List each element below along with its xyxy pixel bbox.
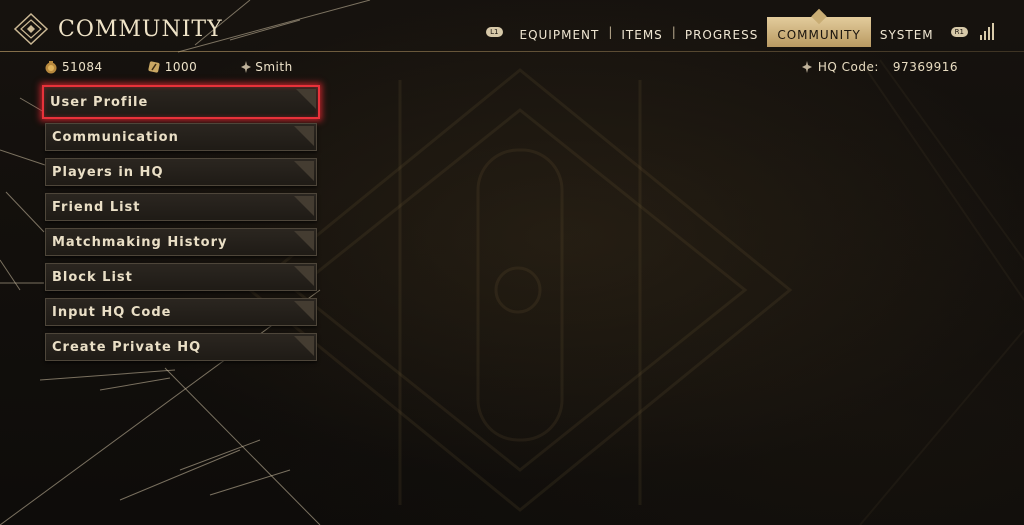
menu-item-create-private-hq[interactable]: Create Private HQ bbox=[45, 333, 317, 361]
tab-equipment[interactable]: EQUIPMENT bbox=[511, 17, 609, 47]
header-divider bbox=[0, 51, 1024, 52]
menu-item-label: Input HQ Code bbox=[52, 304, 172, 320]
corner-notch-icon bbox=[294, 126, 314, 146]
diamond-emblem-icon bbox=[13, 12, 49, 46]
menu-item-block-list[interactable]: Block List bbox=[45, 263, 317, 291]
menu-item-label: User Profile bbox=[50, 94, 149, 110]
currency1-value: 51084 bbox=[62, 60, 103, 74]
menu-item-input-hq-code[interactable]: Input HQ Code bbox=[45, 298, 317, 326]
menu-item-players-in-hq[interactable]: Players in HQ bbox=[45, 158, 317, 186]
player-name: Smith bbox=[255, 60, 293, 74]
corner-notch-icon bbox=[294, 266, 314, 286]
player-sigil-icon bbox=[241, 61, 252, 73]
menu-item-communication[interactable]: Communication bbox=[45, 123, 317, 151]
hq-sigil-icon bbox=[801, 61, 812, 73]
corner-notch-icon bbox=[294, 161, 314, 181]
menu-item-label: Players in HQ bbox=[52, 164, 164, 180]
player-name-stat: Smith bbox=[241, 60, 292, 74]
corner-notch-icon bbox=[294, 301, 314, 321]
hq-code-value: 97369916 bbox=[892, 60, 958, 74]
hq-code-display: HQ Code: 97369916 bbox=[801, 60, 958, 74]
player-stats: 51084 1000 Smith bbox=[44, 60, 337, 74]
tab-system[interactable]: SYSTEM bbox=[871, 17, 943, 47]
corner-notch-icon bbox=[294, 196, 314, 216]
ticket-icon bbox=[148, 61, 160, 73]
tab-community[interactable]: COMMUNITY bbox=[767, 17, 871, 47]
page-title: COMMUNITY bbox=[58, 16, 223, 42]
menu-item-label: Friend List bbox=[52, 199, 141, 215]
menu-item-label: Block List bbox=[52, 269, 133, 285]
r1-button-icon[interactable]: R1 bbox=[950, 27, 968, 37]
corner-notch-icon bbox=[294, 336, 314, 356]
menu-item-friend-list[interactable]: Friend List bbox=[45, 193, 317, 221]
menu-item-label: Create Private HQ bbox=[52, 339, 202, 355]
menu-item-matchmaking-history[interactable]: Matchmaking History bbox=[45, 228, 317, 256]
coin-pouch-icon bbox=[45, 61, 57, 74]
screen-header: COMMUNITY bbox=[12, 12, 223, 46]
l1-button-icon[interactable]: L1 bbox=[486, 27, 503, 37]
menu-item-label: Communication bbox=[52, 129, 179, 145]
currency2-stat: 1000 bbox=[147, 60, 198, 74]
tab-items[interactable]: ITEMS bbox=[612, 17, 671, 47]
signal-bars-icon bbox=[980, 23, 994, 40]
menu-item-label: Matchmaking History bbox=[52, 234, 228, 250]
currency2-value: 1000 bbox=[164, 60, 198, 74]
hq-code-label: HQ Code: bbox=[817, 60, 879, 74]
community-menu: User Profile Communication Players in HQ… bbox=[42, 85, 320, 368]
top-nav: L1 EQUIPMENT | ITEMS | PROGRESS COMMUNIT… bbox=[478, 17, 994, 47]
corner-notch-icon bbox=[296, 89, 316, 109]
currency1-stat: 51084 bbox=[44, 60, 103, 74]
tab-progress[interactable]: PROGRESS bbox=[676, 17, 767, 47]
menu-item-user-profile[interactable]: User Profile bbox=[42, 85, 320, 119]
corner-notch-icon bbox=[294, 231, 314, 251]
